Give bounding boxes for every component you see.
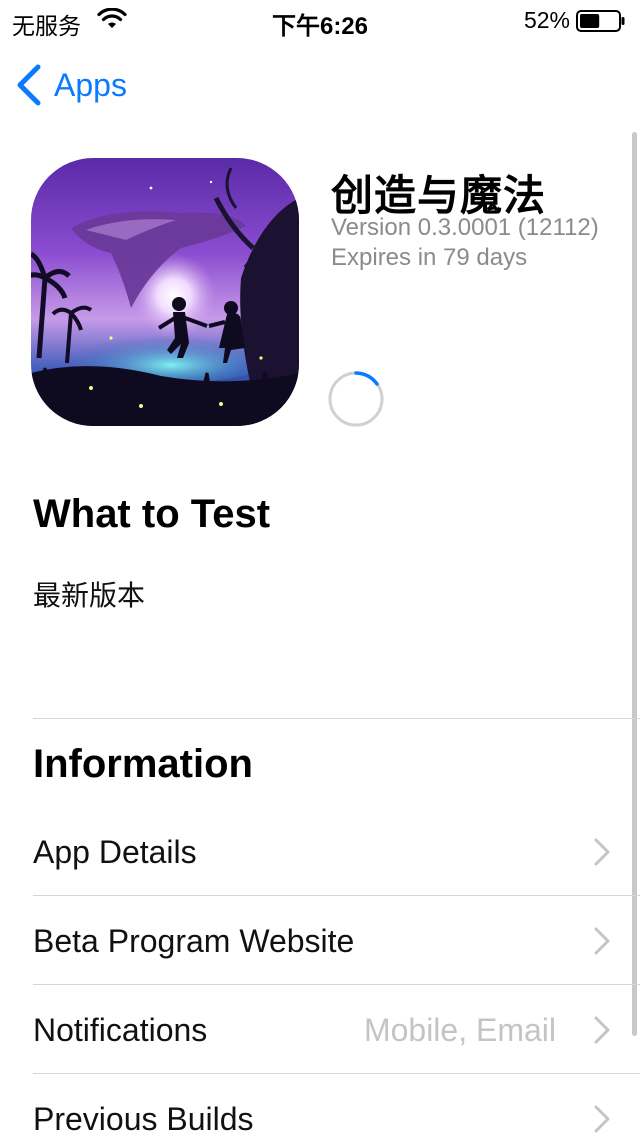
testflight-app-screen: 无服务 下午6:26 52% Apps 创造与魔法 Version 0.3.00… [0,0,640,1136]
chevron-right-icon [594,1105,610,1133]
what-to-test-notes: 最新版本 [33,580,146,611]
chevron-right-icon [594,1016,610,1044]
section-divider [33,718,640,719]
row-label: App Details [33,834,197,870]
row-separator [33,984,640,985]
row-notifications[interactable]: Notifications Mobile, Email [0,986,640,1074]
row-separator [33,1073,640,1074]
row-separator [33,895,640,896]
notifications-value: Mobile, Email [363,1012,556,1048]
what-to-test-heading: What to Test [33,492,271,536]
chevron-right-icon [594,838,610,866]
chevron-left-icon [17,64,41,106]
back-button[interactable]: Apps [14,60,127,110]
row-label: Previous Builds [33,1101,254,1136]
row-label: Notifications [33,1012,208,1048]
information-heading: Information [33,742,253,786]
battery-percentage: 52% [523,7,570,33]
status-bar: 无服务 下午6:26 52% [0,0,640,40]
app-version: Version 0.3.0001 (12112) [331,214,599,241]
install-progress-spinner[interactable] [327,370,385,428]
row-beta-program-website[interactable]: Beta Program Website [0,897,640,985]
app-icon [31,158,299,426]
row-label: Beta Program Website [33,923,355,959]
back-button-label: Apps [54,66,127,103]
battery-icon [576,10,625,32]
app-expiration: Expires in 79 days [331,244,528,271]
row-previous-builds[interactable]: Previous Builds [0,1075,640,1136]
row-app-details[interactable]: App Details [0,808,640,896]
chevron-right-icon [594,927,610,955]
